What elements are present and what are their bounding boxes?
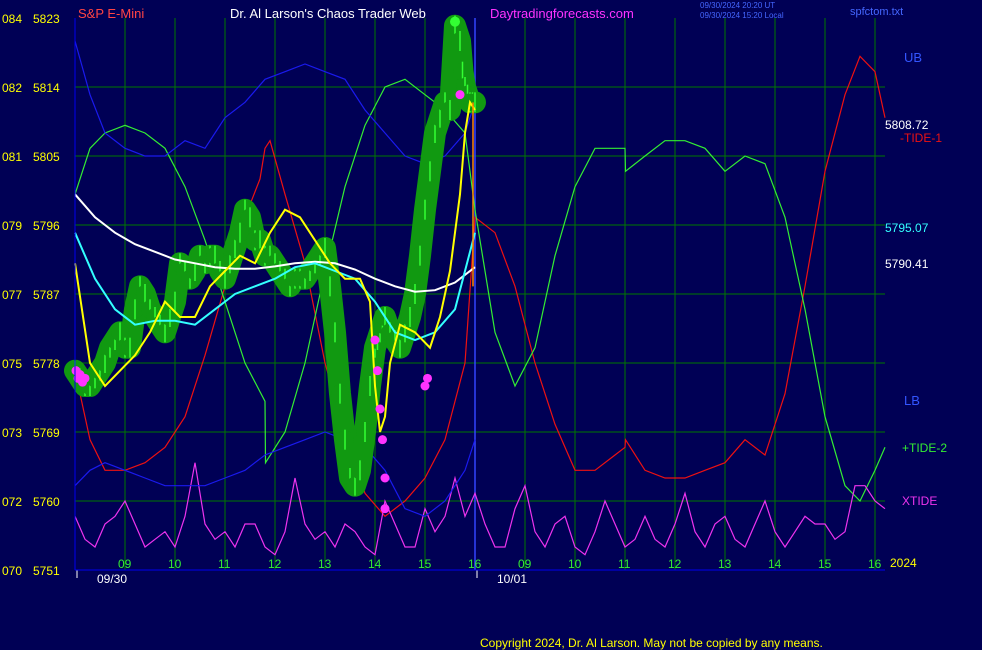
x-tick-label: 14: [368, 557, 382, 571]
x-tick-label: 10: [568, 557, 582, 571]
y-tick-price-label: 5796: [33, 219, 60, 233]
y-tick-price-label: 5751: [33, 564, 60, 578]
y-tick-outer-label: 082: [2, 81, 22, 95]
chart-canvas: 084 5823 082 5814 081 5805 079 5796 077 5787 075 57…: [2, 1, 947, 650]
header-symbol: S&P E-Mini: [78, 6, 144, 21]
header-stamp-ut: 09/30/2024 20:20 UT: [700, 1, 775, 10]
x-corner-year: 2024: [890, 556, 917, 570]
marker-dot: [378, 435, 387, 445]
y-tick-price-label: 5814: [33, 81, 60, 95]
label-value1: 5808.72: [885, 118, 929, 132]
marker-dot: [455, 90, 465, 100]
x-tick-label: 09: [518, 557, 532, 571]
x-tick-label: 16: [868, 557, 882, 571]
label-tide1: -TIDE-1: [900, 131, 942, 145]
header-stamp-local: 09/30/2024 15:20 Local: [700, 11, 784, 20]
y-tick-outer-label: 075: [2, 357, 22, 371]
header-author: Dr. Al Larson's Chaos Trader Web: [230, 6, 426, 21]
x-tick-label: 14: [768, 557, 782, 571]
x-tick-label: 12: [268, 557, 282, 571]
label-xtide: XTIDE: [902, 494, 937, 508]
y-tick-price-label: 5805: [33, 150, 60, 164]
x-tick-label: 13: [318, 557, 332, 571]
x-tick-label: 15: [818, 557, 832, 571]
y-tick-price-label: 5778: [33, 357, 60, 371]
x-tick-label: 12: [668, 557, 682, 571]
marker-dot: [80, 373, 90, 383]
y-tick-outer-label: 081: [2, 150, 22, 164]
marker-dot: [420, 381, 430, 391]
label-ub: UB: [904, 50, 922, 65]
y-tick-price-label: 5760: [33, 495, 60, 509]
high-dot: [450, 16, 460, 27]
x-tick-label: 13: [718, 557, 732, 571]
x-tick-label: 16: [468, 557, 482, 571]
y-tick-outer-label: 079: [2, 219, 22, 233]
y-tick-outer-label: 072: [2, 495, 22, 509]
x-date-label: 10/01: [497, 572, 527, 586]
x-date-label: 09/30: [97, 572, 127, 586]
x-tick-label: 10: [168, 557, 182, 571]
label-tide2: +TIDE-2: [902, 441, 947, 455]
header-file: spfctom.txt: [850, 6, 903, 18]
x-tick-label: 15: [418, 557, 432, 571]
marker-dot: [380, 473, 390, 483]
header-site[interactable]: Daytradingforecasts.com: [490, 6, 634, 21]
marker-dot: [375, 404, 385, 414]
copyright: Copyright 2024, Dr. Al Larson. May not b…: [480, 636, 823, 650]
y-tick-outer-label: 084: [2, 12, 22, 26]
y-tick-outer-label: 073: [2, 426, 22, 440]
y-tick-price-label: 5823: [33, 12, 60, 26]
x-tick-label: 09: [118, 557, 132, 571]
y-tick-outer-label: 077: [2, 288, 22, 302]
marker-dot: [423, 373, 432, 383]
x-tick-label: 11: [618, 557, 631, 571]
marker-dot: [373, 366, 382, 376]
y-tick-outer-label: 070: [2, 564, 22, 578]
marker-dot: [370, 335, 380, 345]
marker-dot: [380, 504, 390, 514]
y-tick-price-label: 5787: [33, 288, 60, 302]
y-tick-price-label: 5769: [33, 426, 60, 440]
label-value2: 5795.07: [885, 221, 929, 235]
label-lb: LB: [904, 393, 920, 408]
label-value3: 5790.41: [885, 257, 929, 271]
x-tick-label: 11: [218, 557, 231, 571]
